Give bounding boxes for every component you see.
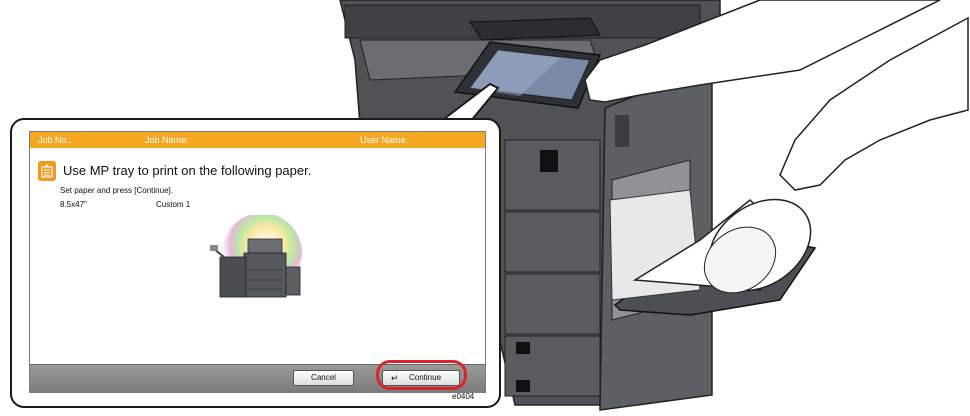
cancel-button[interactable]: Cancel [293, 370, 354, 386]
job-header-bar: Job No.: Job Name: User Name: [30, 132, 485, 148]
paper-type-value: Custom 1 [156, 200, 191, 209]
continue-button[interactable]: ↵ Continue [382, 370, 460, 386]
touch-screen-dialog: Job No.: Job Name: User Name: Use MP tra… [29, 131, 486, 393]
user-name-label: User Name: [360, 135, 409, 145]
instruction-text: Set paper and press [Continue]. [60, 186, 173, 195]
job-name-label: Job Name: [145, 135, 189, 145]
return-arrow-icon: ↵ [391, 373, 399, 383]
job-no-label: Job No.: [38, 135, 72, 145]
continue-button-label: Continue [409, 373, 442, 382]
button-bar: Cancel ↵ Continue [30, 364, 485, 392]
message-title: Use MP tray to print on the following pa… [63, 163, 312, 178]
paper-size-value: 8.5x47" [60, 200, 87, 209]
figure-reference-code: e0404 [452, 392, 475, 401]
paper-tray-icon [38, 161, 56, 181]
mfp-status-illustration [210, 215, 302, 298]
